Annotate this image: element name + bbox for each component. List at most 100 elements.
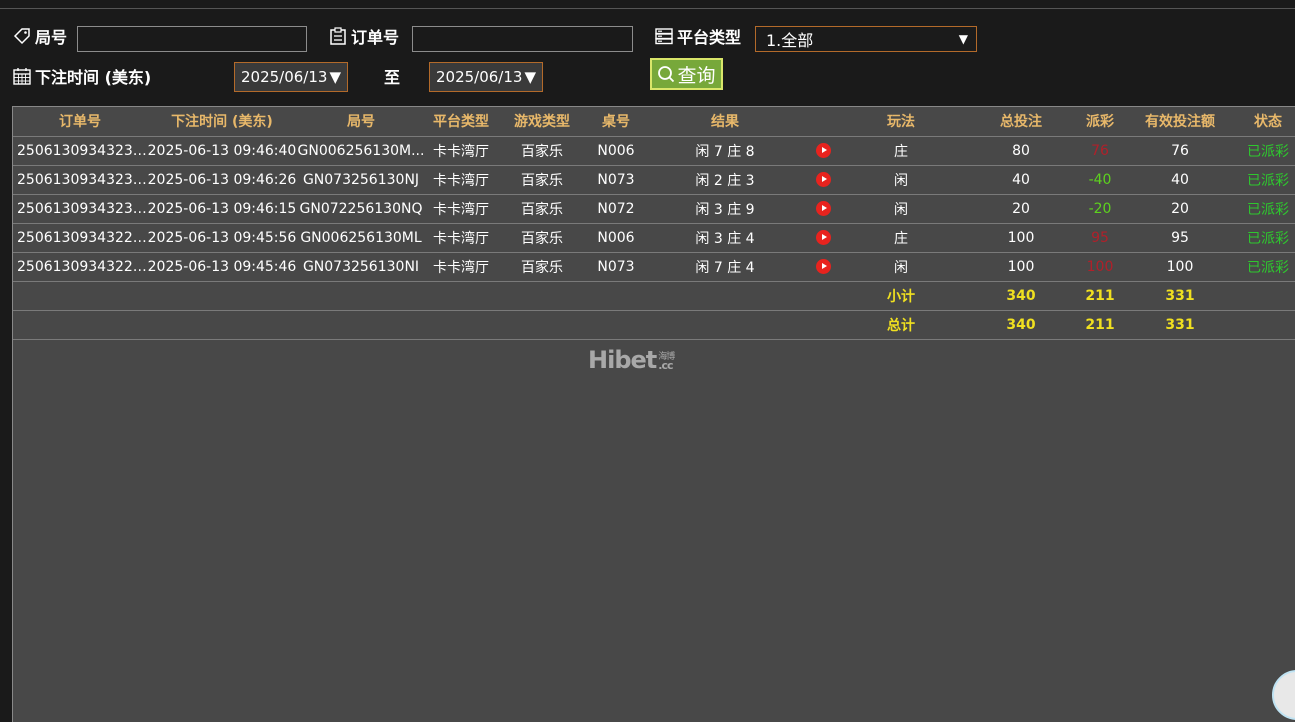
replay-cell	[805, 136, 841, 166]
empty-cell	[805, 310, 841, 340]
bet-time-label: 下注时间 (美东)	[12, 64, 151, 88]
cell-order: 250613093432317	[13, 165, 147, 195]
empty-cell	[587, 310, 645, 340]
table-row: 250613093432345 2025-06-13 09:46:40 GN0062…	[13, 136, 1295, 166]
replay-cell	[805, 252, 841, 282]
cell-play: 闲	[841, 194, 961, 224]
empty-cell	[587, 281, 645, 311]
date-to-picker[interactable]: 2025/06/13 ▼	[429, 62, 543, 92]
caret-down-icon: ▼	[524, 68, 536, 86]
cell-game: 百家乐	[497, 194, 587, 224]
cell-platform: 卡卡湾厅	[425, 136, 497, 166]
hibet-logo: Hibet 海博 .cc	[588, 346, 675, 374]
cell-valid: 100	[1119, 252, 1241, 282]
cell-payout: 95	[1081, 223, 1119, 253]
cell-platform: 卡卡湾厅	[425, 165, 497, 195]
cell-table: N073	[587, 165, 645, 195]
subtotal-valid: 331	[1119, 281, 1241, 311]
table-header-row: 订单号 下注时间 (美东) 局号 平台类型 游戏类型 桌号 结果 玩法 总投注 派彩 有效投注额 状态	[13, 107, 1295, 137]
cell-order: 250613093432276	[13, 223, 147, 253]
play-video-icon[interactable]	[815, 259, 831, 274]
cell-play: 庄	[841, 136, 961, 166]
cell-valid: 20	[1119, 194, 1241, 224]
order-input[interactable]	[412, 26, 633, 52]
top-divider	[0, 8, 1295, 9]
cell-payout: 76	[1081, 136, 1119, 166]
cell-result: 闲 7 庄 4	[645, 252, 805, 282]
platform-label: 平台类型	[654, 24, 741, 48]
cell-bet: 100	[961, 252, 1081, 282]
round-label: 局号	[12, 24, 67, 48]
cell-play: 庄	[841, 223, 961, 253]
caret-down-icon: ▼	[329, 68, 341, 86]
cell-payout: 100	[1081, 252, 1119, 282]
platform-selected-value: 1.全部	[766, 31, 814, 50]
cell-result: 闲 3 庄 9	[645, 194, 805, 224]
cell-bet: 80	[961, 136, 1081, 166]
cell-table: N073	[587, 252, 645, 282]
column-header: 游戏类型	[497, 107, 587, 137]
column-header: 总投注	[961, 107, 1081, 137]
total-valid: 331	[1119, 310, 1241, 340]
empty-cell	[147, 310, 297, 340]
table-body: 250613093432345 2025-06-13 09:46:40 GN0062…	[13, 136, 1295, 340]
tag-icon	[13, 28, 30, 45]
cell-valid: 76	[1119, 136, 1241, 166]
cell-game: 百家乐	[497, 165, 587, 195]
cell-time: 2025-06-13 09:46:15	[147, 194, 297, 224]
cell-time: 2025-06-13 09:45:46	[147, 252, 297, 282]
cell-round: GN006256130ML	[297, 223, 425, 253]
cell-platform: 卡卡湾厅	[425, 194, 497, 224]
cell-bet: 100	[961, 223, 1081, 253]
total-label: 总计	[841, 310, 961, 340]
cell-round: GN073256130NI	[297, 252, 425, 282]
column-header: 玩法	[841, 107, 961, 137]
cell-round: GN072256130NQ	[297, 194, 425, 224]
calendar-icon	[13, 68, 31, 85]
empty-cell	[297, 281, 425, 311]
cell-game: 百家乐	[497, 136, 587, 166]
cell-table: N006	[587, 136, 645, 166]
empty-cell	[13, 310, 147, 340]
cell-order: 250613093432345	[13, 136, 147, 166]
platform-select[interactable]: 1.全部 ▼	[755, 26, 977, 52]
cell-platform: 卡卡湾厅	[425, 252, 497, 282]
subtotal-payout: 211	[1081, 281, 1119, 311]
column-header: 结果	[645, 107, 805, 137]
replay-cell	[805, 165, 841, 195]
play-video-icon[interactable]	[815, 172, 831, 187]
cell-game: 百家乐	[497, 223, 587, 253]
cell-result: 闲 7 庄 8	[645, 136, 805, 166]
empty-cell	[297, 310, 425, 340]
cell-game: 百家乐	[497, 252, 587, 282]
cell-table: N072	[587, 194, 645, 224]
date-from-picker[interactable]: 2025/06/13 ▼	[234, 62, 348, 92]
empty-cell	[425, 281, 497, 311]
order-label: 订单号	[328, 24, 399, 48]
cell-bet: 20	[961, 194, 1081, 224]
empty-cell	[497, 281, 587, 311]
column-header: 平台类型	[425, 107, 497, 137]
empty-cell	[645, 281, 805, 311]
cell-status: 已派彩	[1241, 165, 1295, 195]
play-video-icon[interactable]	[815, 143, 831, 158]
play-video-icon[interactable]	[815, 230, 831, 245]
empty-cell	[1241, 310, 1295, 340]
table-row: 250613093432276 2025-06-13 09:45:56 GN0062…	[13, 223, 1295, 253]
column-header: 局号	[297, 107, 425, 137]
subtotal-bet: 340	[961, 281, 1081, 311]
empty-cell	[13, 281, 147, 311]
server-icon	[655, 28, 673, 45]
caret-down-icon: ▼	[958, 32, 968, 46]
play-video-icon[interactable]	[815, 201, 831, 216]
to-label: 至	[384, 68, 401, 87]
column-header: 下注时间 (美东)	[147, 107, 297, 137]
search-button[interactable]: 查询	[650, 58, 723, 90]
subtotal-row: 小计 340 211 331	[13, 281, 1295, 311]
replay-cell	[805, 223, 841, 253]
cell-result: 闲 2 庄 3	[645, 165, 805, 195]
empty-cell	[645, 310, 805, 340]
cell-round: GN073256130NJ	[297, 165, 425, 195]
total-row: 总计 340 211 331	[13, 310, 1295, 340]
round-input[interactable]	[77, 26, 307, 52]
